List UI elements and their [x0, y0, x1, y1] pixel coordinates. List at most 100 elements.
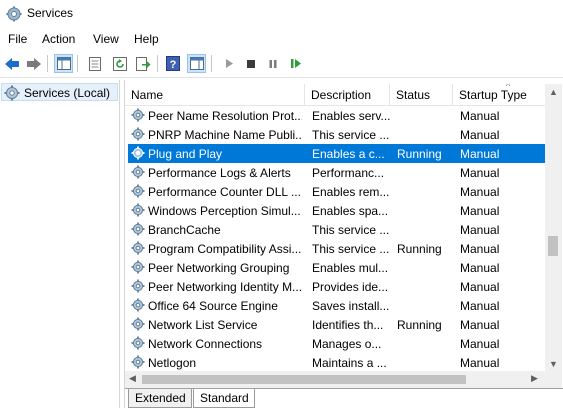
- service-row[interactable]: Network List Service Identifies th... Runn…: [128, 315, 545, 334]
- back-arrow-icon: [4, 57, 19, 70]
- service-description: Provides ide...: [312, 280, 389, 294]
- service-row[interactable]: Peer Name Resolution Prot... Enables serv…: [128, 106, 545, 125]
- refresh-button[interactable]: [110, 54, 129, 73]
- service-row[interactable]: Windows Perception Simul... Enables spa..…: [128, 201, 545, 220]
- menu-action[interactable]: Action: [42, 32, 75, 46]
- forward-button[interactable]: [24, 54, 43, 73]
- service-description: Saves install...: [312, 299, 390, 313]
- service-status: Running: [397, 242, 442, 256]
- stop-service-icon: [246, 59, 255, 68]
- scroll-down-arrow-icon[interactable]: ▼: [549, 359, 558, 369]
- tree-item-services-local[interactable]: Services (Local): [1, 83, 118, 101]
- window-title: Services: [27, 6, 74, 20]
- service-name: Network List Service: [148, 318, 258, 332]
- service-row[interactable]: Plug and Play Enables a c... Running Manual: [128, 144, 545, 163]
- service-startup-type: Manual: [460, 128, 500, 142]
- service-startup-type: Manual: [460, 166, 500, 180]
- service-name: Plug and Play: [148, 147, 223, 161]
- tab-standard[interactable]: Standard: [193, 389, 255, 408]
- show-console-tree-icon: [56, 57, 71, 70]
- service-gear-icon: [131, 203, 145, 217]
- service-row[interactable]: Program Compatibility Assi... This servic…: [128, 239, 545, 258]
- service-gear-icon: [131, 355, 145, 369]
- stop-service-button[interactable]: [241, 54, 260, 73]
- scroll-right-arrow-icon[interactable]: ▶: [531, 373, 538, 384]
- svg-text:?: ?: [169, 59, 176, 71]
- scroll-up-arrow-icon[interactable]: ▲: [549, 87, 558, 97]
- sort-arrow-icon: ^: [506, 84, 511, 91]
- service-name: Netlogon: [148, 356, 197, 370]
- service-row[interactable]: Performance Logs & Alerts Performanc... Ma…: [128, 163, 545, 182]
- horizontal-scroll-thumb[interactable]: [142, 375, 466, 384]
- help-button[interactable]: ?: [163, 54, 182, 73]
- service-startup-type: Manual: [460, 147, 500, 161]
- service-startup-type: Manual: [460, 261, 500, 275]
- service-name: Performance Logs & Alerts: [148, 166, 291, 180]
- service-name: PNRP Machine Name Publi...: [148, 128, 302, 142]
- menu-file[interactable]: File: [8, 32, 27, 46]
- column-header-description[interactable]: Description: [305, 84, 390, 106]
- service-description: Maintains a ...: [312, 356, 387, 370]
- service-row[interactable]: Netlogon Maintains a ... Manual: [128, 353, 545, 372]
- services-list-pane: Name Description Status ^ Startup Type P…: [124, 80, 563, 408]
- service-description: Manages o...: [312, 337, 382, 351]
- start-service-button[interactable]: [219, 54, 238, 73]
- title-bar: Services: [0, 0, 563, 28]
- pause-service-button[interactable]: [263, 54, 282, 73]
- service-gear-icon: [131, 260, 145, 274]
- service-gear-icon: [131, 146, 145, 160]
- vertical-scrollbar[interactable]: ▲ ▼: [545, 84, 562, 374]
- refresh-icon: [112, 56, 127, 71]
- service-gear-icon: [131, 336, 145, 350]
- vertical-scroll-thumb[interactable]: [548, 236, 558, 256]
- service-startup-type: Manual: [460, 318, 500, 332]
- column-header-status[interactable]: Status: [390, 84, 453, 106]
- service-gear-icon: [131, 298, 145, 312]
- services-gear-icon: [4, 85, 20, 101]
- start-service-icon: [225, 59, 233, 68]
- tab-extended[interactable]: Extended: [128, 389, 192, 408]
- service-gear-icon: [131, 222, 145, 236]
- menu-bar: File Action View Help: [0, 29, 563, 49]
- service-name: Network Connections: [148, 337, 263, 351]
- services-rows: Peer Name Resolution Prot... Enables serv…: [125, 106, 545, 376]
- services-gear-icon: [6, 6, 22, 22]
- horizontal-scrollbar[interactable]: ◀ ▶: [125, 371, 545, 388]
- show-action-pane-button[interactable]: [187, 54, 206, 73]
- service-startup-type: Manual: [460, 204, 500, 218]
- column-header-startup-type[interactable]: ^ Startup Type: [453, 84, 545, 106]
- service-name: Performance Counter DLL ...: [148, 185, 301, 199]
- properties-button[interactable]: [85, 54, 104, 73]
- service-status: Running: [397, 147, 442, 161]
- service-row[interactable]: Peer Networking Grouping Enables mul... Ma…: [128, 258, 545, 277]
- column-header-name[interactable]: Name: [125, 84, 305, 106]
- resume-service-button[interactable]: [286, 54, 305, 73]
- service-row[interactable]: PNRP Machine Name Publi... This service .…: [128, 125, 545, 144]
- service-description: This service ...: [312, 223, 390, 237]
- service-row[interactable]: Office 64 Source Engine Saves install... M…: [128, 296, 545, 315]
- service-description: Enables mul...: [312, 261, 389, 275]
- service-name: Office 64 Source Engine: [148, 299, 278, 313]
- service-startup-type: Manual: [460, 280, 500, 294]
- service-row[interactable]: BranchCache This service ... Manual: [128, 220, 545, 239]
- toolbar: ?: [0, 50, 563, 78]
- export-list-button[interactable]: [134, 54, 153, 73]
- show-console-tree-button[interactable]: [54, 54, 73, 73]
- resume-service-icon: [290, 59, 301, 68]
- menu-help[interactable]: Help: [134, 32, 159, 46]
- pause-service-icon: [269, 59, 276, 68]
- service-name: Program Compatibility Assi...: [148, 242, 302, 256]
- service-startup-type: Manual: [460, 242, 500, 256]
- service-gear-icon: [131, 241, 145, 255]
- scroll-left-arrow-icon[interactable]: ◀: [129, 373, 136, 384]
- service-description: Enables a c...: [312, 147, 385, 161]
- service-row[interactable]: Peer Networking Identity M... Provides id…: [128, 277, 545, 296]
- service-name: Peer Networking Grouping: [148, 261, 290, 275]
- service-description: Identifies th...: [312, 318, 384, 332]
- back-button[interactable]: [2, 54, 21, 73]
- service-name: Windows Perception Simul...: [148, 204, 301, 218]
- service-row[interactable]: Performance Counter DLL ... Enables rem..…: [128, 182, 545, 201]
- service-description: This service ...: [312, 128, 390, 142]
- service-row[interactable]: Network Connections Manages o... Manual: [128, 334, 545, 353]
- menu-view[interactable]: View: [93, 32, 119, 46]
